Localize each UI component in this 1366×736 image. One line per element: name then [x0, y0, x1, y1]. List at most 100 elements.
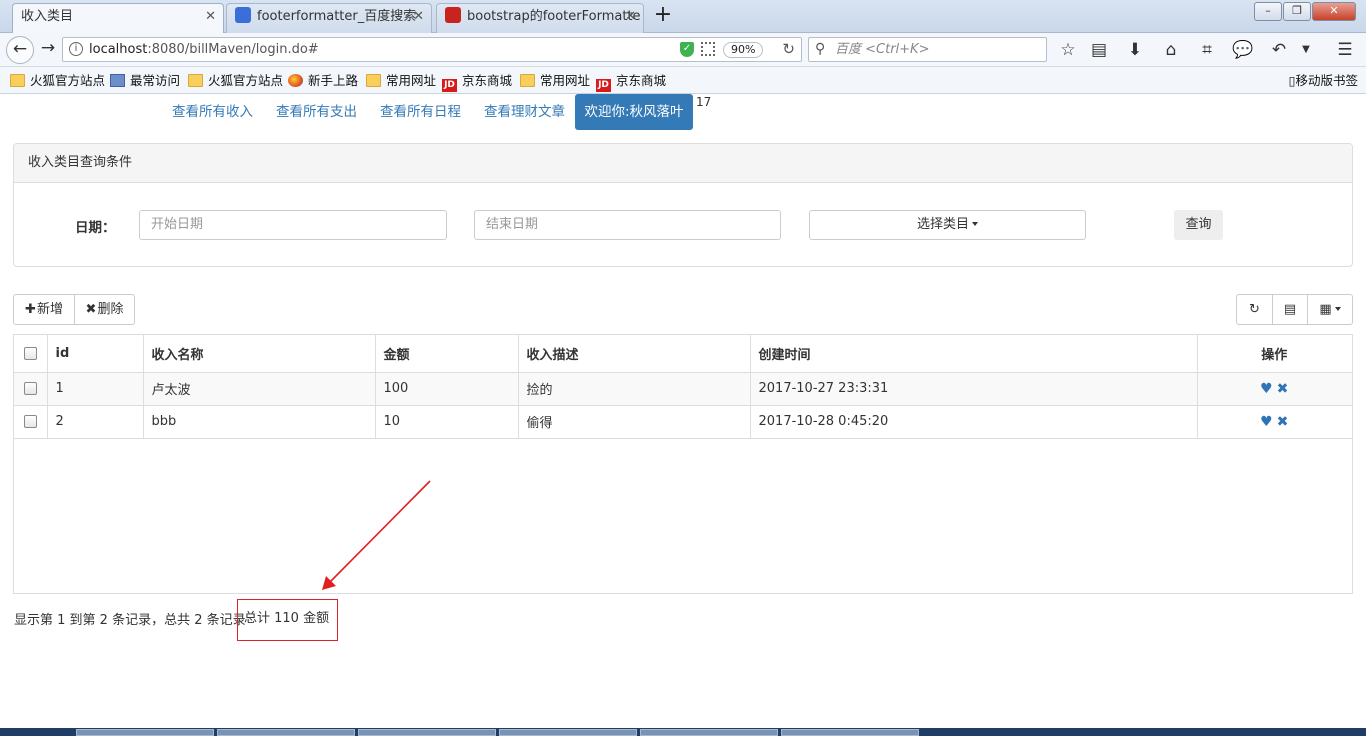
bookmark-item[interactable]: 常用网址: [520, 67, 590, 94]
folder-icon: [366, 74, 381, 87]
search-input[interactable]: ⚲ 百度 <Ctrl+K>: [808, 37, 1047, 62]
column-header-created[interactable]: 创建时间: [750, 335, 1198, 373]
column-header-actions: 操作: [1197, 335, 1352, 373]
new-tab-button[interactable]: +: [650, 3, 676, 29]
shield-icon[interactable]: ✓: [680, 42, 694, 57]
taskbar-item[interactable]: [781, 729, 919, 736]
close-icon[interactable]: ✕: [205, 4, 216, 30]
tab-label: footerformatter_百度搜索: [257, 9, 417, 24]
taskbar-item[interactable]: [640, 729, 778, 736]
taskbar-item[interactable]: [76, 729, 214, 736]
select-all-cell: [14, 335, 48, 373]
chevron-down-icon[interactable]: ▼: [1295, 39, 1317, 61]
table-row: 1 卢太波 100 捡的 2017-10-27 23:3:31 ♥ ✖: [14, 372, 1352, 406]
download-icon[interactable]: ⬇: [1124, 39, 1146, 61]
close-icon[interactable]: ✕: [413, 4, 424, 30]
bookmark-item[interactable]: JD 京东商城: [596, 67, 666, 94]
url-host: localhost: [89, 42, 148, 57]
cell-name: 卢太波: [143, 372, 376, 406]
delete-x-icon[interactable]: ✖: [1277, 414, 1289, 430]
table-header-row: id 收入名称 金额 收入描述 创建时间 操作: [14, 335, 1352, 373]
crop-icon[interactable]: ⌗: [1196, 39, 1218, 61]
cell-actions: ♥ ✖: [1197, 405, 1352, 439]
zoom-level[interactable]: 90%: [723, 42, 764, 58]
cell-actions: ♥ ✖: [1197, 372, 1352, 406]
reading-list-icon[interactable]: ▤: [1088, 39, 1110, 61]
search-icon: ⚲: [815, 41, 826, 57]
cell-id: 1: [47, 372, 144, 406]
close-window-button[interactable]: ✕: [1312, 2, 1356, 21]
end-date-input[interactable]: 结束日期: [474, 210, 781, 240]
chat-icon[interactable]: 💬: [1232, 39, 1254, 61]
refresh-button[interactable]: ↻: [1236, 294, 1273, 325]
toggle-view-button[interactable]: ▤: [1272, 294, 1308, 325]
bookmark-item[interactable]: 最常访问: [110, 67, 180, 94]
firefox-icon: [288, 74, 303, 87]
back-button[interactable]: ←: [6, 36, 34, 64]
tab-income-category[interactable]: 收入类目 ✕: [12, 3, 224, 34]
cell-id: 2: [47, 405, 144, 439]
os-taskbar: [0, 728, 1366, 736]
tab-bootstrap-article[interactable]: bootstrap的footerFormatte ✕: [436, 3, 644, 33]
browser-navbar: ← → i localhost:8080/billMaven/login.do#…: [0, 33, 1366, 67]
site-shield-icon: [445, 7, 461, 23]
tab-label: 收入类目: [21, 9, 74, 24]
cell-name: bbb: [143, 405, 376, 439]
column-header-name[interactable]: 收入名称: [143, 335, 376, 373]
bookmark-item[interactable]: 新手上路: [288, 67, 358, 94]
add-button[interactable]: ✚新增: [13, 294, 75, 325]
caret-down-icon: [972, 222, 978, 226]
minimize-button[interactable]: –: [1254, 2, 1282, 21]
query-panel-title: 收入类目查询条件: [14, 144, 1352, 183]
row-checkbox[interactable]: [24, 415, 37, 428]
bookmark-item[interactable]: 火狐官方站点: [10, 67, 105, 94]
start-date-input[interactable]: 开始日期: [139, 210, 447, 240]
category-select[interactable]: 选择类目: [809, 210, 1086, 240]
query-panel: 收入类目查询条件 日期： 开始日期 结束日期 选择类目 查询: [13, 143, 1353, 267]
query-button[interactable]: 查询: [1174, 210, 1223, 240]
columns-button[interactable]: ▦: [1307, 294, 1353, 325]
home-icon[interactable]: ⌂: [1160, 39, 1182, 61]
delete-x-icon[interactable]: ✖: [1277, 381, 1289, 397]
menu-icon[interactable]: ☰: [1334, 39, 1356, 61]
close-icon[interactable]: ✕: [625, 4, 636, 30]
nav-all-expenses[interactable]: 查看所有支出: [276, 96, 357, 130]
pagination-info: 显示第 1 到第 2 条记录，总共 2 条记录: [14, 613, 246, 628]
restore-button[interactable]: ❐: [1283, 2, 1311, 21]
nav-finance-articles[interactable]: 查看理财文章: [484, 96, 565, 130]
taskbar-item[interactable]: [358, 729, 496, 736]
column-header-id[interactable]: id: [47, 335, 144, 373]
bookmark-item[interactable]: 火狐官方站点: [188, 67, 283, 94]
select-all-checkbox[interactable]: [24, 346, 37, 360]
list-alt-icon: ▤: [1283, 302, 1297, 317]
nav-all-income[interactable]: 查看所有收入: [172, 96, 253, 130]
folder-icon: [520, 74, 535, 87]
welcome-user-button[interactable]: 欢迎你:秋风落叶: [575, 94, 693, 130]
refresh-icon: ↻: [1249, 302, 1260, 317]
bookmark-item[interactable]: JD 京东商城: [442, 67, 512, 94]
bookmark-item[interactable]: 常用网址: [366, 67, 436, 94]
forward-button[interactable]: →: [34, 36, 62, 64]
heart-icon[interactable]: ♥: [1260, 414, 1273, 430]
mobile-bookmarks[interactable]: ▯移动版书签: [1289, 67, 1358, 94]
cell-created: 2017-10-28 0:45:20: [750, 405, 1198, 439]
income-table: id 收入名称 金额 收入描述 创建时间 操作 1 卢太波 100 捡的 201…: [13, 334, 1353, 594]
taskbar-item[interactable]: [217, 729, 355, 736]
qr-code-icon[interactable]: [701, 42, 715, 56]
url-bar[interactable]: i localhost:8080/billMaven/login.do# ✓ 9…: [62, 37, 802, 62]
column-header-amount[interactable]: 金额: [375, 335, 519, 373]
window-controls: – ❐ ✕: [1253, 2, 1356, 21]
tab-baidu-search[interactable]: footerformatter_百度搜索 ✕: [226, 3, 432, 33]
star-icon[interactable]: ☆: [1057, 39, 1079, 61]
nav-all-schedules[interactable]: 查看所有日程: [380, 96, 461, 130]
delete-button[interactable]: ✖删除: [74, 294, 135, 325]
column-header-description[interactable]: 收入描述: [518, 335, 751, 373]
heart-icon[interactable]: ♥: [1260, 381, 1273, 397]
cell-created: 2017-10-27 23:3:31: [750, 372, 1198, 406]
row-checkbox[interactable]: [24, 382, 37, 395]
undo-icon[interactable]: ↶: [1268, 39, 1290, 61]
jd-logo-icon: JD: [596, 79, 611, 92]
taskbar-item[interactable]: [499, 729, 637, 736]
reload-icon[interactable]: ↻: [782, 38, 795, 61]
info-icon[interactable]: i: [69, 42, 83, 56]
